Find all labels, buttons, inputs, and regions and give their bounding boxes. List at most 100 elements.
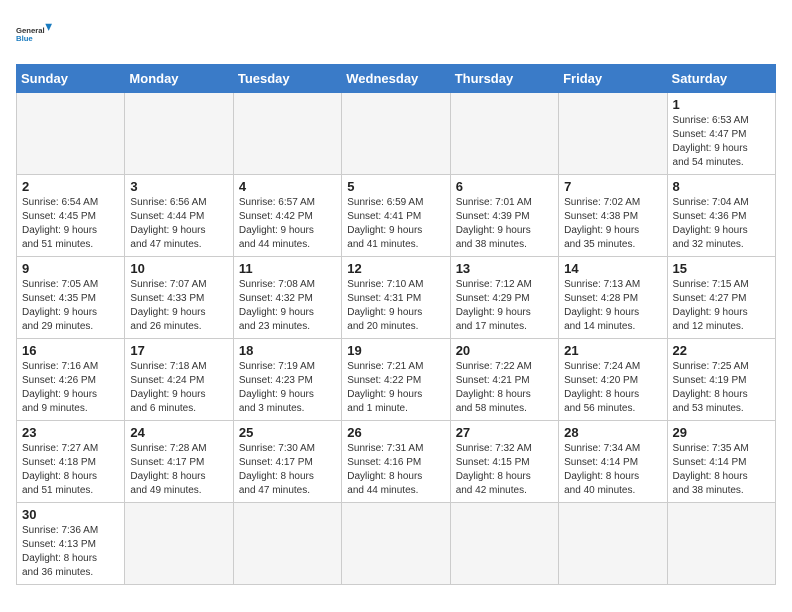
calendar-cell: 22 Sunrise: 7:25 AM Sunset: 4:19 PM Dayli… bbox=[667, 339, 775, 421]
calendar-week-row: 2 Sunrise: 6:54 AM Sunset: 4:45 PM Daylig… bbox=[17, 175, 776, 257]
calendar-cell bbox=[342, 93, 450, 175]
day-number: 17 bbox=[130, 343, 227, 358]
day-number: 9 bbox=[22, 261, 119, 276]
day-info: Sunrise: 7:36 AM Sunset: 4:13 PM Dayligh… bbox=[22, 524, 119, 580]
calendar-cell: 18 Sunrise: 7:19 AM Sunset: 4:23 PM Dayli… bbox=[233, 339, 341, 421]
day-info: Sunrise: 7:18 AM Sunset: 4:24 PM Dayligh… bbox=[130, 360, 227, 416]
day-info: Sunrise: 7:24 AM Sunset: 4:20 PM Dayligh… bbox=[564, 360, 661, 416]
day-info: Sunrise: 7:32 AM Sunset: 4:15 PM Dayligh… bbox=[456, 442, 553, 498]
day-number: 8 bbox=[673, 179, 770, 194]
calendar-cell bbox=[450, 93, 558, 175]
weekday-header-saturday: Saturday bbox=[667, 65, 775, 93]
day-info: Sunrise: 7:27 AM Sunset: 4:18 PM Dayligh… bbox=[22, 442, 119, 498]
day-number: 20 bbox=[456, 343, 553, 358]
calendar-table: SundayMondayTuesdayWednesdayThursdayFrid… bbox=[16, 64, 776, 585]
weekday-header-row: SundayMondayTuesdayWednesdayThursdayFrid… bbox=[17, 65, 776, 93]
day-info: Sunrise: 7:12 AM Sunset: 4:29 PM Dayligh… bbox=[456, 278, 553, 334]
page-header: GeneralBlue bbox=[16, 16, 776, 52]
day-number: 1 bbox=[673, 97, 770, 112]
day-number: 4 bbox=[239, 179, 336, 194]
calendar-cell bbox=[125, 503, 233, 585]
calendar-week-row: 1 Sunrise: 6:53 AM Sunset: 4:47 PM Daylig… bbox=[17, 93, 776, 175]
calendar-cell bbox=[233, 93, 341, 175]
day-number: 11 bbox=[239, 261, 336, 276]
day-info: Sunrise: 7:10 AM Sunset: 4:31 PM Dayligh… bbox=[347, 278, 444, 334]
calendar-cell: 14 Sunrise: 7:13 AM Sunset: 4:28 PM Dayli… bbox=[559, 257, 667, 339]
day-info: Sunrise: 7:22 AM Sunset: 4:21 PM Dayligh… bbox=[456, 360, 553, 416]
day-number: 24 bbox=[130, 425, 227, 440]
day-number: 3 bbox=[130, 179, 227, 194]
logo: GeneralBlue bbox=[16, 16, 52, 52]
calendar-cell: 17 Sunrise: 7:18 AM Sunset: 4:24 PM Dayli… bbox=[125, 339, 233, 421]
day-info: Sunrise: 7:28 AM Sunset: 4:17 PM Dayligh… bbox=[130, 442, 227, 498]
day-number: 26 bbox=[347, 425, 444, 440]
weekday-header-monday: Monday bbox=[125, 65, 233, 93]
weekday-header-friday: Friday bbox=[559, 65, 667, 93]
day-info: Sunrise: 6:54 AM Sunset: 4:45 PM Dayligh… bbox=[22, 196, 119, 252]
calendar-cell: 13 Sunrise: 7:12 AM Sunset: 4:29 PM Dayli… bbox=[450, 257, 558, 339]
calendar-cell bbox=[342, 503, 450, 585]
day-info: Sunrise: 7:02 AM Sunset: 4:38 PM Dayligh… bbox=[564, 196, 661, 252]
day-number: 14 bbox=[564, 261, 661, 276]
day-info: Sunrise: 6:53 AM Sunset: 4:47 PM Dayligh… bbox=[673, 114, 770, 170]
calendar-cell bbox=[450, 503, 558, 585]
weekday-header-sunday: Sunday bbox=[17, 65, 125, 93]
day-info: Sunrise: 7:07 AM Sunset: 4:33 PM Dayligh… bbox=[130, 278, 227, 334]
calendar-cell: 5 Sunrise: 6:59 AM Sunset: 4:41 PM Daylig… bbox=[342, 175, 450, 257]
calendar-cell bbox=[125, 93, 233, 175]
calendar-cell: 6 Sunrise: 7:01 AM Sunset: 4:39 PM Daylig… bbox=[450, 175, 558, 257]
calendar-cell: 28Sunrise: 7:34 AM Sunset: 4:14 PM Dayli… bbox=[559, 421, 667, 503]
day-info: Sunrise: 7:01 AM Sunset: 4:39 PM Dayligh… bbox=[456, 196, 553, 252]
svg-text:General: General bbox=[16, 26, 45, 35]
calendar-cell: 24 Sunrise: 7:28 AM Sunset: 4:17 PM Dayli… bbox=[125, 421, 233, 503]
calendar-cell: 15 Sunrise: 7:15 AM Sunset: 4:27 PM Dayli… bbox=[667, 257, 775, 339]
day-info: Sunrise: 7:21 AM Sunset: 4:22 PM Dayligh… bbox=[347, 360, 444, 416]
calendar-cell bbox=[559, 503, 667, 585]
calendar-cell: 3Sunrise: 6:56 AM Sunset: 4:44 PM Daylig… bbox=[125, 175, 233, 257]
svg-text:Blue: Blue bbox=[16, 34, 33, 43]
calendar-cell: 16 Sunrise: 7:16 AM Sunset: 4:26 PM Dayli… bbox=[17, 339, 125, 421]
calendar-cell: 20 Sunrise: 7:22 AM Sunset: 4:21 PM Dayli… bbox=[450, 339, 558, 421]
day-info: Sunrise: 7:13 AM Sunset: 4:28 PM Dayligh… bbox=[564, 278, 661, 334]
calendar-cell: 7Sunrise: 7:02 AM Sunset: 4:38 PM Daylig… bbox=[559, 175, 667, 257]
day-info: Sunrise: 7:25 AM Sunset: 4:19 PM Dayligh… bbox=[673, 360, 770, 416]
logo-icon: GeneralBlue bbox=[16, 16, 52, 52]
day-info: Sunrise: 7:35 AM Sunset: 4:14 PM Dayligh… bbox=[673, 442, 770, 498]
calendar-week-row: 16 Sunrise: 7:16 AM Sunset: 4:26 PM Dayli… bbox=[17, 339, 776, 421]
day-number: 23 bbox=[22, 425, 119, 440]
day-info: Sunrise: 7:15 AM Sunset: 4:27 PM Dayligh… bbox=[673, 278, 770, 334]
day-number: 29 bbox=[673, 425, 770, 440]
day-number: 22 bbox=[673, 343, 770, 358]
day-number: 5 bbox=[347, 179, 444, 194]
weekday-header-tuesday: Tuesday bbox=[233, 65, 341, 93]
day-number: 19 bbox=[347, 343, 444, 358]
day-info: Sunrise: 7:34 AM Sunset: 4:14 PM Dayligh… bbox=[564, 442, 661, 498]
day-number: 13 bbox=[456, 261, 553, 276]
day-number: 18 bbox=[239, 343, 336, 358]
day-number: 16 bbox=[22, 343, 119, 358]
day-number: 30 bbox=[22, 507, 119, 522]
day-info: Sunrise: 7:30 AM Sunset: 4:17 PM Dayligh… bbox=[239, 442, 336, 498]
day-info: Sunrise: 7:04 AM Sunset: 4:36 PM Dayligh… bbox=[673, 196, 770, 252]
day-info: Sunrise: 6:59 AM Sunset: 4:41 PM Dayligh… bbox=[347, 196, 444, 252]
day-info: Sunrise: 7:05 AM Sunset: 4:35 PM Dayligh… bbox=[22, 278, 119, 334]
day-number: 25 bbox=[239, 425, 336, 440]
day-number: 2 bbox=[22, 179, 119, 194]
day-info: Sunrise: 7:16 AM Sunset: 4:26 PM Dayligh… bbox=[22, 360, 119, 416]
day-number: 10 bbox=[130, 261, 227, 276]
day-info: Sunrise: 6:57 AM Sunset: 4:42 PM Dayligh… bbox=[239, 196, 336, 252]
calendar-cell: 10 Sunrise: 7:07 AM Sunset: 4:33 PM Dayli… bbox=[125, 257, 233, 339]
calendar-cell: 9 Sunrise: 7:05 AM Sunset: 4:35 PM Daylig… bbox=[17, 257, 125, 339]
day-number: 15 bbox=[673, 261, 770, 276]
calendar-cell: 30 Sunrise: 7:36 AM Sunset: 4:13 PM Dayli… bbox=[17, 503, 125, 585]
day-info: Sunrise: 7:08 AM Sunset: 4:32 PM Dayligh… bbox=[239, 278, 336, 334]
day-number: 21 bbox=[564, 343, 661, 358]
calendar-cell: 23 Sunrise: 7:27 AM Sunset: 4:18 PM Dayli… bbox=[17, 421, 125, 503]
day-number: 6 bbox=[456, 179, 553, 194]
calendar-cell: 8 Sunrise: 7:04 AM Sunset: 4:36 PM Daylig… bbox=[667, 175, 775, 257]
calendar-week-row: 30 Sunrise: 7:36 AM Sunset: 4:13 PM Dayli… bbox=[17, 503, 776, 585]
day-info: Sunrise: 7:19 AM Sunset: 4:23 PM Dayligh… bbox=[239, 360, 336, 416]
calendar-cell: 2 Sunrise: 6:54 AM Sunset: 4:45 PM Daylig… bbox=[17, 175, 125, 257]
calendar-cell: 19 Sunrise: 7:21 AM Sunset: 4:22 PM Dayli… bbox=[342, 339, 450, 421]
calendar-week-row: 23 Sunrise: 7:27 AM Sunset: 4:18 PM Dayli… bbox=[17, 421, 776, 503]
